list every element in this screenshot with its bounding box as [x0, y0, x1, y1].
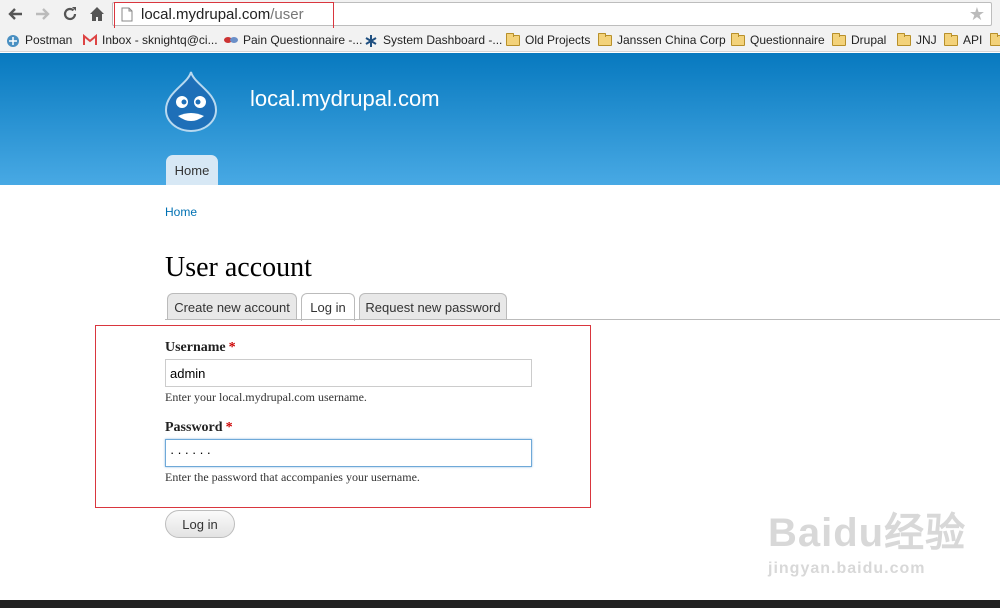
tab-log-in[interactable]: Log in: [301, 293, 355, 321]
bookmark-janssen-china-corp[interactable]: Janssen China Corp: [598, 32, 726, 48]
gmail-icon: [83, 33, 97, 46]
bookmark-questionnaire[interactable]: Questionnaire: [731, 32, 825, 48]
baidu-watermark: Baidu经验 jingyan.baidu.com: [768, 500, 966, 578]
folder-icon: [832, 32, 846, 46]
required-mark: *: [228, 340, 236, 355]
password-input[interactable]: ······: [165, 439, 532, 467]
reload-icon[interactable]: [60, 4, 80, 24]
bookmark-api[interactable]: API: [944, 32, 982, 48]
bookmark-overflow[interactable]: [990, 32, 1000, 48]
bookmark-label: API: [963, 33, 983, 47]
bookmark-drupal[interactable]: Drupal: [832, 32, 886, 48]
folder-icon: [897, 32, 911, 46]
bottom-bar: [0, 600, 1000, 608]
bookmark-label: Drupal: [851, 33, 887, 47]
browser-toolbar: local.mydrupal.com/user ★: [0, 0, 1000, 32]
home-icon[interactable]: [87, 4, 107, 24]
password-label-text: Password: [165, 420, 223, 435]
forward-arrow-icon[interactable]: [32, 4, 52, 24]
pills-icon: [224, 34, 238, 46]
site-name[interactable]: local.mydrupal.com: [250, 86, 440, 112]
bookmark-pain-questionnaire[interactable]: Pain Questionnaire -...: [224, 32, 362, 48]
bookmark-system-dashboard[interactable]: System Dashboard -...: [364, 32, 502, 48]
tab-create-new-account[interactable]: Create new account: [167, 293, 297, 320]
bookmark-star-icon[interactable]: ★: [969, 4, 985, 25]
bookmark-label: JNJ: [916, 33, 937, 47]
password-description: Enter the password that accompanies your…: [165, 470, 420, 484]
bookmark-label: System Dashboard -...: [383, 33, 503, 47]
bookmark-postman[interactable]: Postman: [6, 32, 72, 48]
bookmark-label: Pain Questionnaire -...: [243, 33, 363, 47]
bookmark-label: Questionnaire: [750, 33, 825, 47]
bookmark-label: Old Projects: [525, 33, 591, 47]
folder-icon: [506, 32, 520, 46]
bookmark-label: Janssen China Corp: [617, 33, 726, 47]
folder-icon: [731, 32, 745, 46]
bookmark-label: Postman: [25, 33, 73, 47]
folder-icon: [598, 32, 612, 46]
folder-icon: [944, 32, 958, 46]
folder-icon: [990, 32, 1000, 46]
bookmark-label: Inbox - sknightq@ci...: [102, 33, 218, 47]
breadcrumb[interactable]: Home: [165, 205, 197, 219]
site-header: local.mydrupal.com Home: [0, 53, 1000, 185]
back-arrow-icon[interactable]: [6, 4, 26, 24]
watermark-sub: jingyan.baidu.com: [768, 560, 926, 577]
drupal-logo-icon[interactable]: [162, 70, 220, 137]
bookmark-jnj[interactable]: JNJ: [897, 32, 937, 48]
bookmarks-bar: Postman Inbox - sknightq@ci... Pain Ques…: [0, 28, 1000, 52]
watermark-main: Baidu经验: [768, 511, 967, 555]
tab-request-new-password[interactable]: Request new password: [359, 293, 507, 320]
password-label: Password *: [165, 420, 233, 436]
postman-icon: [6, 34, 20, 47]
username-input[interactable]: [165, 359, 532, 387]
username-label: Username *: [165, 340, 236, 356]
log-in-button[interactable]: Log in: [165, 510, 235, 538]
jira-icon: [364, 34, 378, 47]
bookmark-inbox[interactable]: Inbox - sknightq@ci...: [83, 32, 218, 48]
username-description: Enter your local.mydrupal.com username.: [165, 390, 367, 404]
nav-home-tab[interactable]: Home: [166, 155, 218, 185]
username-label-text: Username: [165, 340, 226, 355]
required-mark: *: [225, 420, 233, 435]
tabs-divider: [165, 319, 1000, 320]
bookmark-old-projects[interactable]: Old Projects: [506, 32, 590, 48]
page-title: User account: [165, 252, 312, 283]
